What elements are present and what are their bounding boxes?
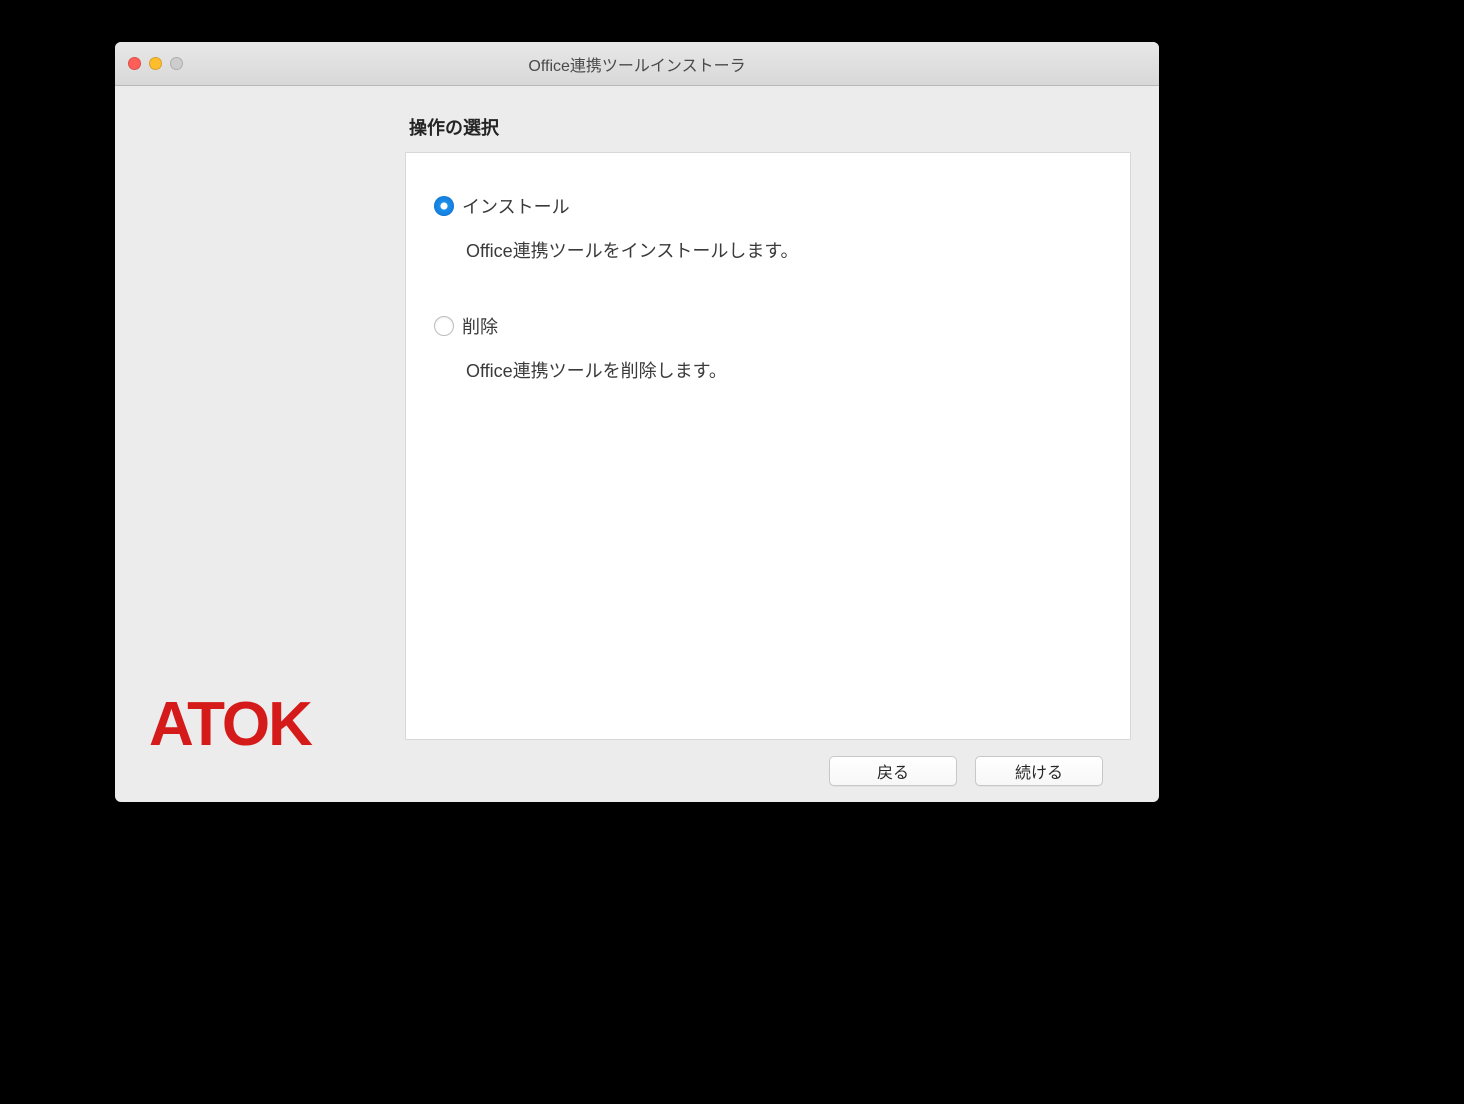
radio-selected-icon: [434, 196, 454, 216]
close-icon[interactable]: [128, 57, 141, 70]
sidebar: ATOK: [115, 86, 405, 802]
radio-delete[interactable]: 削除: [434, 313, 1102, 339]
maximize-icon: [170, 57, 183, 70]
footer: 戻る 続ける: [405, 740, 1131, 802]
delete-description: Office連携ツールを削除します。: [434, 357, 1102, 383]
traffic-lights: [115, 57, 183, 70]
option-install: インストール Office連携ツールをインストールします。: [434, 193, 1102, 263]
window-title: Office連携ツールインストーラ: [115, 52, 1159, 76]
section-heading: 操作の選択: [405, 114, 1131, 140]
install-description: Office連携ツールをインストールします。: [434, 237, 1102, 263]
minimize-icon[interactable]: [149, 57, 162, 70]
back-button[interactable]: 戻る: [829, 756, 957, 786]
radio-install-label: インストール: [462, 193, 570, 219]
atok-logo: ATOK: [149, 689, 311, 760]
continue-button[interactable]: 続ける: [975, 756, 1103, 786]
option-delete: 削除 Office連携ツールを削除します。: [434, 313, 1102, 383]
titlebar: Office連携ツールインストーラ: [115, 42, 1159, 86]
radio-delete-label: 削除: [462, 313, 498, 339]
content-box: インストール Office連携ツールをインストールします。 削除 Office連…: [405, 152, 1131, 740]
installer-window: Office連携ツールインストーラ ATOK 操作の選択 インストール Offi…: [115, 42, 1159, 802]
body-area: ATOK 操作の選択 インストール Office連携ツールをインストールします。: [115, 86, 1159, 802]
radio-install[interactable]: インストール: [434, 193, 1102, 219]
radio-unselected-icon: [434, 316, 454, 336]
main-content: 操作の選択 インストール Office連携ツールをインストールします。 削除: [405, 86, 1159, 802]
